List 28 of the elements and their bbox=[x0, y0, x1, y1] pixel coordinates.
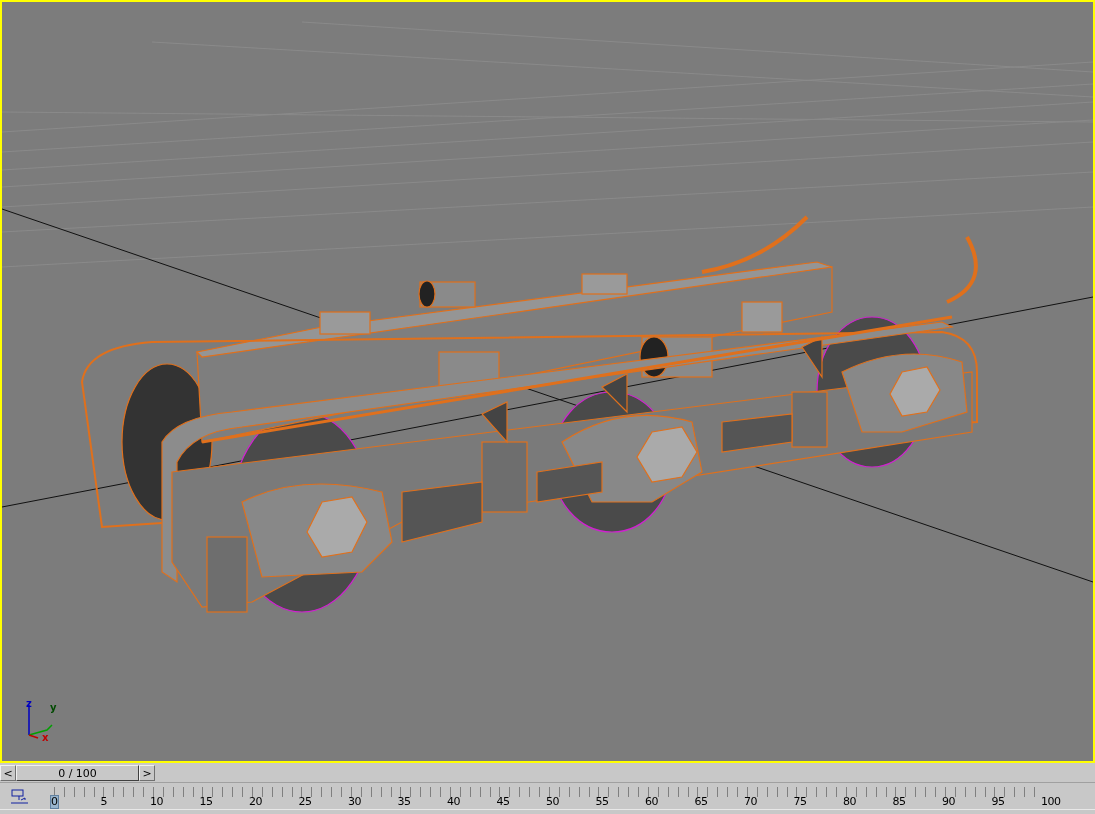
frame-number: 100 bbox=[1041, 796, 1061, 808]
frame-number: 90 bbox=[942, 796, 955, 808]
frame-number: 65 bbox=[694, 796, 708, 808]
frame-number: 85 bbox=[892, 796, 906, 808]
frame-number: 45 bbox=[496, 796, 510, 808]
frame-number: 20 bbox=[249, 796, 262, 808]
key-mode-icon[interactable] bbox=[10, 789, 30, 805]
axis-label: x bbox=[42, 732, 49, 743]
frame-number: 15 bbox=[199, 796, 213, 808]
frame-number: 95 bbox=[991, 796, 1005, 808]
frame-number: 25 bbox=[298, 796, 312, 808]
previous-frame-button[interactable]: < bbox=[0, 765, 16, 781]
frame-number: 70 bbox=[744, 796, 757, 808]
frame-number: 75 bbox=[793, 796, 807, 808]
frame-number: 0 bbox=[51, 796, 58, 808]
frame-number: 80 bbox=[843, 796, 856, 808]
next-frame-button[interactable]: > bbox=[139, 765, 155, 781]
frame-number: 10 bbox=[150, 796, 163, 808]
frame-number: 50 bbox=[546, 796, 559, 808]
frame-number: 5 bbox=[100, 796, 107, 808]
frame-number: 30 bbox=[348, 796, 361, 808]
axis-label: y bbox=[50, 702, 57, 713]
frame-number: 40 bbox=[447, 796, 460, 808]
axis-label: z bbox=[26, 698, 32, 709]
frame-number: 60 bbox=[645, 796, 658, 808]
time-slider-thumb[interactable]: 0 / 100 bbox=[16, 765, 139, 781]
frame-number: 55 bbox=[595, 796, 609, 808]
frame-number: 35 bbox=[397, 796, 411, 808]
